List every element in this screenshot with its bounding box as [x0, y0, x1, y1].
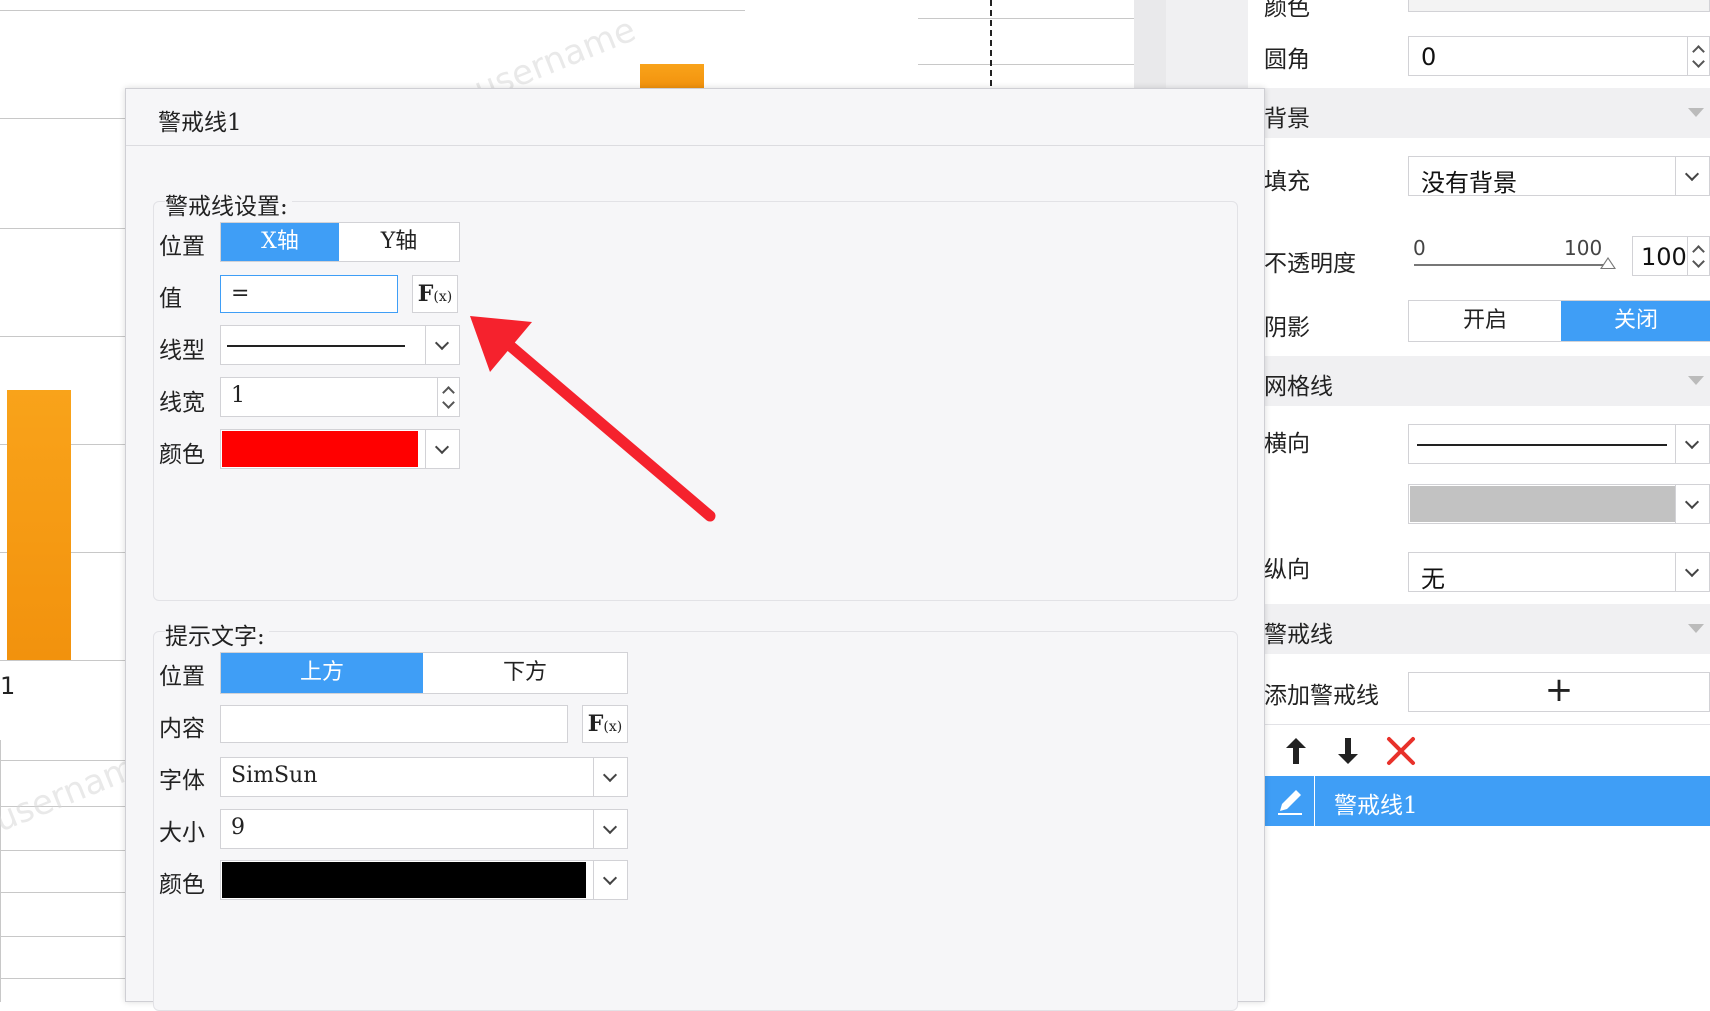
annotation-arrow-icon: [470, 316, 716, 522]
